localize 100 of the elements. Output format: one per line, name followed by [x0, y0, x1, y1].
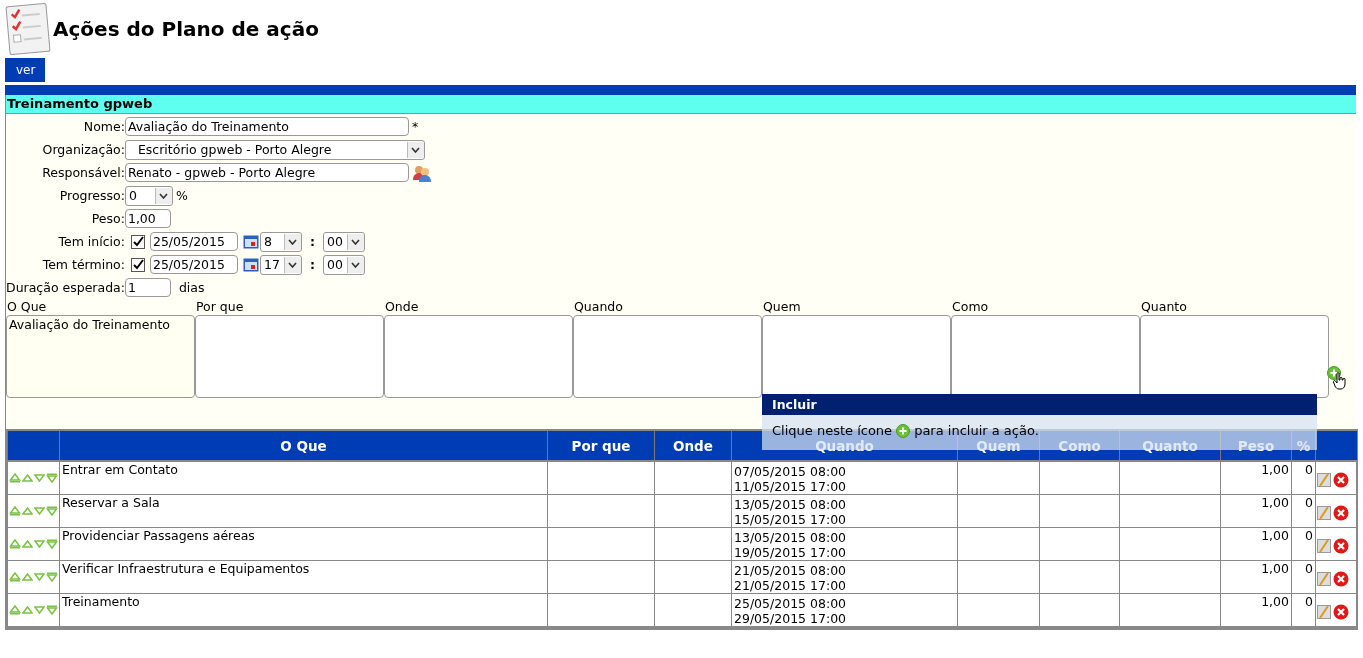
start-date: 07/05/2015 08:00 — [734, 464, 848, 479]
table-cell: 1,00 — [1220, 560, 1292, 594]
move-bottom-icon[interactable] — [46, 473, 58, 483]
start-date: 13/05/2015 08:00 — [734, 530, 848, 545]
field-label: Quem — [762, 300, 802, 314]
down-arrow-icon[interactable] — [34, 473, 45, 483]
start-date: 25/05/2015 08:00 — [734, 596, 848, 611]
end-date: 29/05/2015 17:00 — [734, 611, 848, 626]
delete-icon[interactable] — [1333, 472, 1349, 488]
field-suffix: * — [411, 119, 419, 134]
time-separator: : — [309, 234, 315, 249]
field-label: Nome: — [82, 118, 125, 136]
field-label: Por que — [195, 300, 245, 314]
field-label: O Que — [6, 300, 48, 314]
caret-icon — [288, 261, 298, 268]
down-arrow-icon[interactable] — [34, 506, 45, 516]
page-title: Ações do Plano de ação — [53, 17, 319, 41]
tooltip-title: Incluir — [762, 394, 1317, 415]
checkbox[interactable] — [130, 234, 145, 249]
column-header: O Que — [59, 431, 548, 461]
checkbox[interactable] — [130, 257, 145, 272]
table-cell: Verificar Infraestrutura e Equipamentos — [59, 560, 548, 594]
text-field[interactable]: 1 — [124, 278, 171, 297]
dropdown[interactable]: Escritório gpweb - Porto Alegre — [124, 139, 425, 160]
hand-cursor-icon — [1333, 372, 1347, 390]
move-top-icon[interactable] — [9, 539, 21, 549]
down-arrow-icon[interactable] — [34, 605, 45, 615]
field-label: Progresso: — [58, 187, 125, 205]
field-label: Como — [951, 300, 990, 314]
time-separator: : — [309, 257, 315, 272]
start-date: 13/05/2015 08:00 — [734, 497, 848, 512]
caret-icon — [159, 192, 169, 199]
calendar-icon[interactable] — [242, 234, 259, 249]
table-cell: 1,00 — [1220, 494, 1292, 528]
move-top-icon[interactable] — [9, 572, 21, 582]
down-arrow-icon[interactable] — [34, 572, 45, 582]
up-arrow-icon[interactable] — [22, 572, 33, 582]
table-cell: 1,00 — [1220, 527, 1292, 561]
up-arrow-icon[interactable] — [22, 539, 33, 549]
table-cell: Entrar em Contato — [59, 461, 548, 495]
table-cell: Providenciar Passagens aéreas — [59, 527, 548, 561]
caret-icon — [411, 146, 421, 153]
field-suffix: dias — [178, 280, 205, 295]
end-date: 21/05/2015 17:00 — [734, 578, 848, 593]
checklist-icon — [5, 1, 51, 57]
add-icon — [896, 424, 911, 438]
date-field[interactable]: 25/05/2015 — [149, 255, 238, 274]
move-bottom-icon[interactable] — [46, 605, 58, 615]
check-icon — [131, 258, 144, 271]
field-label: Tem início: — [57, 233, 125, 251]
dropdown[interactable]: 8 — [259, 231, 302, 252]
dropdown[interactable]: 0 — [124, 185, 173, 206]
up-arrow-icon[interactable] — [22, 605, 33, 615]
delete-icon[interactable] — [1333, 571, 1349, 587]
edit-icon[interactable] — [1317, 571, 1332, 587]
dropdown[interactable]: 00 — [322, 231, 365, 252]
end-date: 11/05/2015 17:00 — [734, 479, 848, 494]
text-field[interactable]: Renato - gpweb - Porto Alegre — [124, 163, 409, 182]
move-bottom-icon[interactable] — [46, 572, 58, 582]
field-label: Tem término: — [41, 256, 125, 274]
users-icon[interactable] — [411, 163, 432, 182]
calendar-icon[interactable] — [242, 257, 259, 272]
delete-icon[interactable] — [1333, 538, 1349, 554]
text-area[interactable] — [1140, 315, 1329, 398]
field-label: Responsável: — [41, 164, 125, 182]
table-cell: Treinamento — [59, 593, 548, 627]
delete-icon[interactable] — [1333, 505, 1349, 521]
field-label: Peso: — [90, 210, 125, 228]
delete-icon[interactable] — [1333, 604, 1349, 620]
edit-icon[interactable] — [1317, 538, 1332, 554]
move-top-icon[interactable] — [9, 473, 21, 483]
field-label: Onde — [384, 300, 420, 314]
dropdown[interactable]: 00 — [322, 254, 365, 275]
field-suffix: % — [175, 188, 188, 203]
section-title: Treinamento gpweb — [5, 95, 1356, 114]
down-arrow-icon[interactable] — [34, 539, 45, 549]
text-area[interactable]: Avaliação do Treinamento — [6, 315, 195, 398]
field-label: Quando — [573, 300, 624, 314]
field-label: Quanto — [1140, 300, 1188, 314]
edit-icon[interactable] — [1317, 604, 1332, 620]
caret-icon — [351, 238, 361, 245]
date-field[interactable]: 25/05/2015 — [149, 232, 238, 251]
move-bottom-icon[interactable] — [46, 539, 58, 549]
move-top-icon[interactable] — [9, 506, 21, 516]
up-arrow-icon[interactable] — [22, 473, 33, 483]
text-field[interactable]: Avaliação do Treinamento — [124, 117, 409, 136]
up-arrow-icon[interactable] — [22, 506, 33, 516]
edit-icon[interactable] — [1317, 505, 1332, 521]
field-label: Organização: — [41, 141, 125, 159]
caret-icon — [351, 261, 361, 268]
move-bottom-icon[interactable] — [46, 506, 58, 516]
dropdown[interactable]: 17 — [259, 254, 302, 275]
table-cell: 1,00 — [1220, 461, 1292, 495]
move-top-icon[interactable] — [9, 605, 21, 615]
edit-icon[interactable] — [1317, 472, 1332, 488]
view-button[interactable]: ver — [5, 58, 45, 82]
table-cell: Reservar a Sala — [59, 494, 548, 528]
field-label: Duração esperada: — [6, 279, 125, 297]
text-field[interactable]: 1,00 — [124, 209, 171, 228]
column-header: Onde — [654, 431, 732, 461]
